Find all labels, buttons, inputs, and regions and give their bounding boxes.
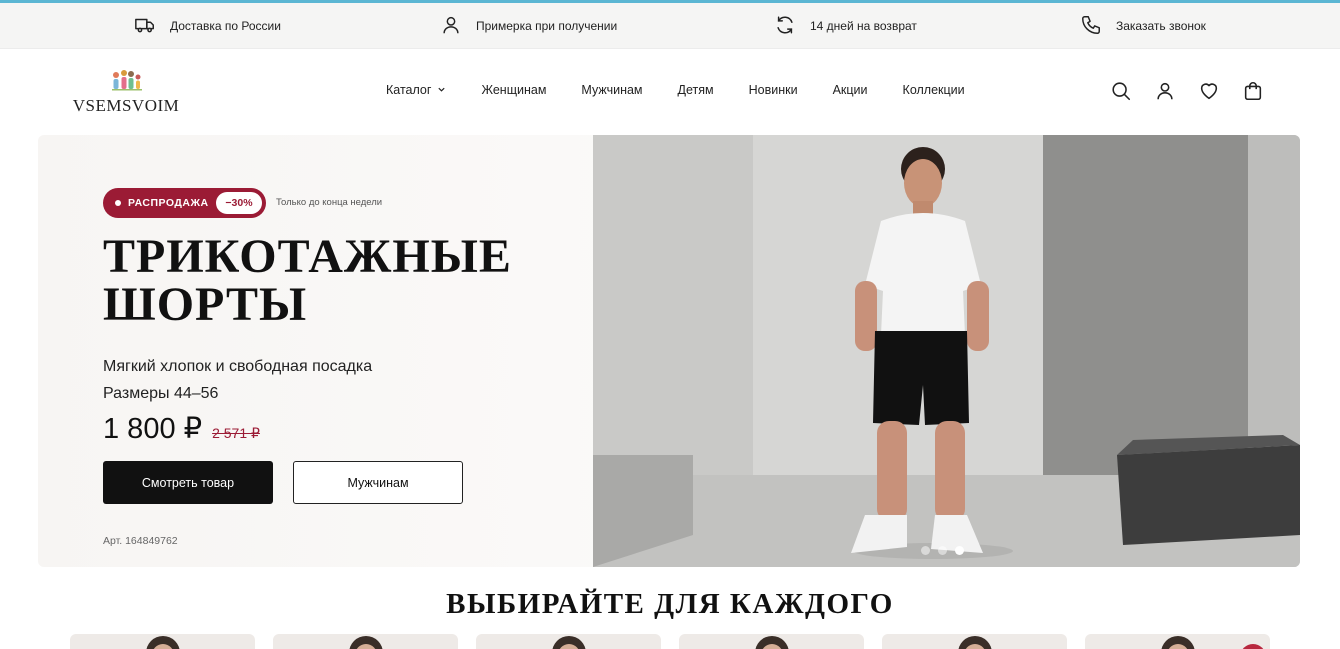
hero-title-line-1: ТРИКОТАЖНЫЕ: [103, 230, 512, 283]
nav-kids[interactable]: Детям: [678, 83, 714, 97]
nav-men[interactable]: Мужчинам: [581, 83, 642, 97]
info-bar: Доставка по России Примерка при получени…: [0, 3, 1340, 49]
logo-text: VSEMSVOIM: [72, 96, 180, 115]
view-product-button[interactable]: Смотреть товар: [103, 461, 273, 504]
nav-new[interactable]: Новинки: [749, 83, 798, 97]
hero-subtitle-line-2: Размеры 44–56: [103, 385, 219, 402]
badge-dot: [115, 200, 121, 206]
hero-title-line-2: ШОРТЫ: [103, 278, 308, 331]
sale-badge-label: РАСПРОДАЖА: [128, 197, 209, 209]
info-callback-label: Заказать звонок: [1116, 19, 1206, 33]
price-block: 1 800 ₽ 2 571 ₽: [103, 411, 260, 446]
nav-sale[interactable]: Акции: [833, 83, 868, 97]
account-icon[interactable]: [1154, 80, 1176, 102]
price-old: 2 571 ₽: [212, 425, 260, 441]
hero-title: ТРИКОТАЖНЫЕ ШОРТЫ: [103, 233, 512, 329]
info-fitting[interactable]: Примерка при получении: [440, 3, 617, 49]
slide-dot-1[interactable]: [921, 546, 930, 555]
heart-icon[interactable]: [1198, 80, 1220, 102]
nav-catalog[interactable]: Каталог: [386, 83, 446, 97]
search-icon[interactable]: [1110, 80, 1132, 102]
nav-women[interactable]: Женщинам: [481, 83, 546, 97]
category-card[interactable]: [882, 634, 1067, 649]
slider-dots: [921, 546, 964, 555]
refresh-icon: [774, 14, 796, 39]
hero-image: [593, 135, 1300, 567]
info-delivery-label: Доставка по России: [170, 19, 281, 33]
nav-catalog-label: Каталог: [386, 83, 432, 97]
info-delivery[interactable]: Доставка по России: [134, 3, 281, 49]
product-sku: Арт. 164849762: [103, 535, 178, 547]
info-callback[interactable]: Заказать звонок: [1080, 3, 1206, 49]
info-fitting-label: Примерка при получении: [476, 19, 618, 33]
info-return-label: 14 дней на возврат: [810, 19, 917, 33]
slide-dot-3[interactable]: [955, 546, 964, 555]
nav-collections[interactable]: Коллекции: [903, 83, 965, 97]
discount-badge: −30%: [216, 192, 262, 214]
main-nav: Каталог Женщинам Мужчинам Детям Новинки …: [386, 83, 1000, 97]
slide-dot-2[interactable]: [938, 546, 947, 555]
logo[interactable]: VSEMSVOIM: [70, 69, 182, 117]
category-card[interactable]: [476, 634, 661, 649]
category-card[interactable]: [679, 634, 864, 649]
header-actions: [1110, 80, 1264, 102]
category-card[interactable]: [1085, 634, 1270, 649]
sale-badge: РАСПРОДАЖА −30%: [103, 188, 266, 218]
hero-subtitle-line-1: Мягкий хлопок и свободная посадка: [103, 358, 373, 375]
price-current: 1 800 ₽: [103, 413, 203, 445]
cart-icon[interactable]: [1242, 80, 1264, 102]
favorite-badge[interactable]: [1240, 644, 1266, 649]
hero-subtitle: Мягкий хлопок и свободная посадка Размер…: [103, 353, 372, 407]
hero-banner: РАСПРОДАЖА −30% Только до конца недели Т…: [38, 135, 1300, 567]
chevron-down-icon: [437, 83, 446, 97]
section-title: ВЫБИРАЙТЕ ДЛЯ КАЖДОГО: [446, 588, 894, 620]
info-return[interactable]: 14 дней на возврат: [774, 3, 917, 49]
truck-icon: [134, 14, 156, 39]
category-card[interactable]: [70, 634, 255, 649]
phone-icon: [1080, 14, 1102, 39]
category-cards: [70, 634, 1270, 649]
hero-photo-illustration: [593, 135, 1300, 567]
sale-note: Только до конца недели: [276, 197, 383, 208]
logo-family-icon: [112, 70, 142, 91]
user-icon: [440, 14, 462, 39]
site-header: VSEMSVOIM Каталог Женщинам Мужчинам Детя…: [0, 49, 1340, 135]
men-category-button[interactable]: Мужчинам: [293, 461, 463, 504]
category-card[interactable]: [273, 634, 458, 649]
